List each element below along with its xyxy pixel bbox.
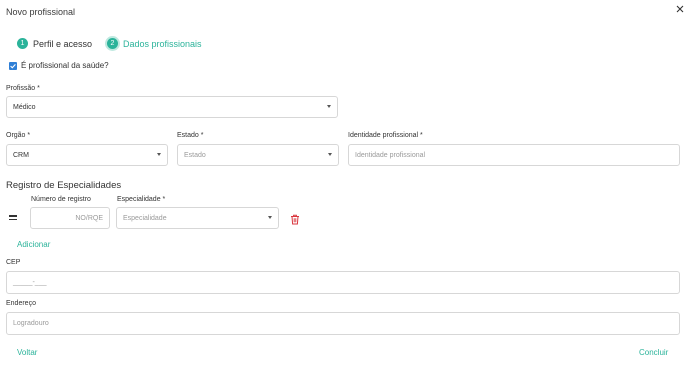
organ-value: CRM — [13, 151, 29, 159]
close-icon[interactable] — [675, 1, 685, 13]
specialty-select[interactable]: Especialidade — [116, 207, 279, 229]
state-placeholder: Estado — [184, 151, 206, 159]
step-number-1: 1 — [17, 38, 28, 49]
chevron-down-icon — [157, 153, 161, 156]
chevron-down-icon — [268, 216, 272, 219]
back-button[interactable]: Voltar — [17, 348, 37, 357]
chevron-down-icon — [327, 105, 331, 108]
specialty-placeholder: Especialidade — [123, 214, 167, 222]
check-icon — [10, 63, 16, 68]
specialty-label: Especialidade * — [117, 196, 166, 203]
drag-handle-icon[interactable] — [9, 215, 17, 222]
profession-value: Médico — [13, 103, 36, 111]
organ-label: Orgão * — [6, 132, 31, 139]
professional-id-label: Identidade profissional * — [348, 132, 423, 139]
address-placeholder: Logradouro — [13, 320, 49, 327]
registration-input[interactable]: NO/RQE — [30, 207, 110, 229]
professional-id-input[interactable]: Identidade profissional — [348, 144, 680, 166]
health-professional-label: É profissional da saúde? — [21, 61, 109, 70]
health-professional-row[interactable]: É profissional da saúde? — [9, 61, 109, 70]
registration-label: Número de registro — [31, 196, 91, 203]
chevron-down-icon — [328, 153, 332, 156]
profession-label: Profissão * — [6, 85, 40, 92]
dialog-title: Novo profissional — [6, 7, 76, 17]
cep-placeholder: _____-___ — [13, 279, 47, 286]
trash-icon[interactable] — [290, 212, 300, 225]
address-label: Endereço — [6, 300, 36, 307]
profession-select[interactable]: Médico — [6, 96, 338, 118]
state-label: Estado * — [177, 132, 204, 139]
organ-select[interactable]: CRM — [6, 144, 168, 166]
step-label-2: Dados profissionais — [123, 38, 202, 49]
step-number-2: 2 — [107, 38, 118, 49]
professional-id-placeholder: Identidade profissional — [355, 151, 426, 159]
address-input[interactable]: Logradouro — [6, 312, 680, 335]
cep-input[interactable]: _____-___ — [6, 271, 680, 294]
add-specialty-button[interactable]: Adicionar — [17, 240, 50, 249]
finish-button[interactable]: Concluir — [639, 348, 668, 357]
step-label-1: Perfil e acesso — [33, 38, 93, 49]
cep-label: CEP — [6, 259, 21, 266]
state-select[interactable]: Estado — [177, 144, 339, 166]
step-perfil-acesso[interactable]: 1 Perfil e acesso — [17, 38, 92, 49]
registration-placeholder: NO/RQE — [75, 214, 103, 222]
specialties-title: Registro de Especialidades — [6, 180, 122, 191]
step-dados-profissionais[interactable]: 2 Dados profissionais — [107, 38, 202, 49]
health-professional-checkbox[interactable] — [9, 61, 17, 70]
